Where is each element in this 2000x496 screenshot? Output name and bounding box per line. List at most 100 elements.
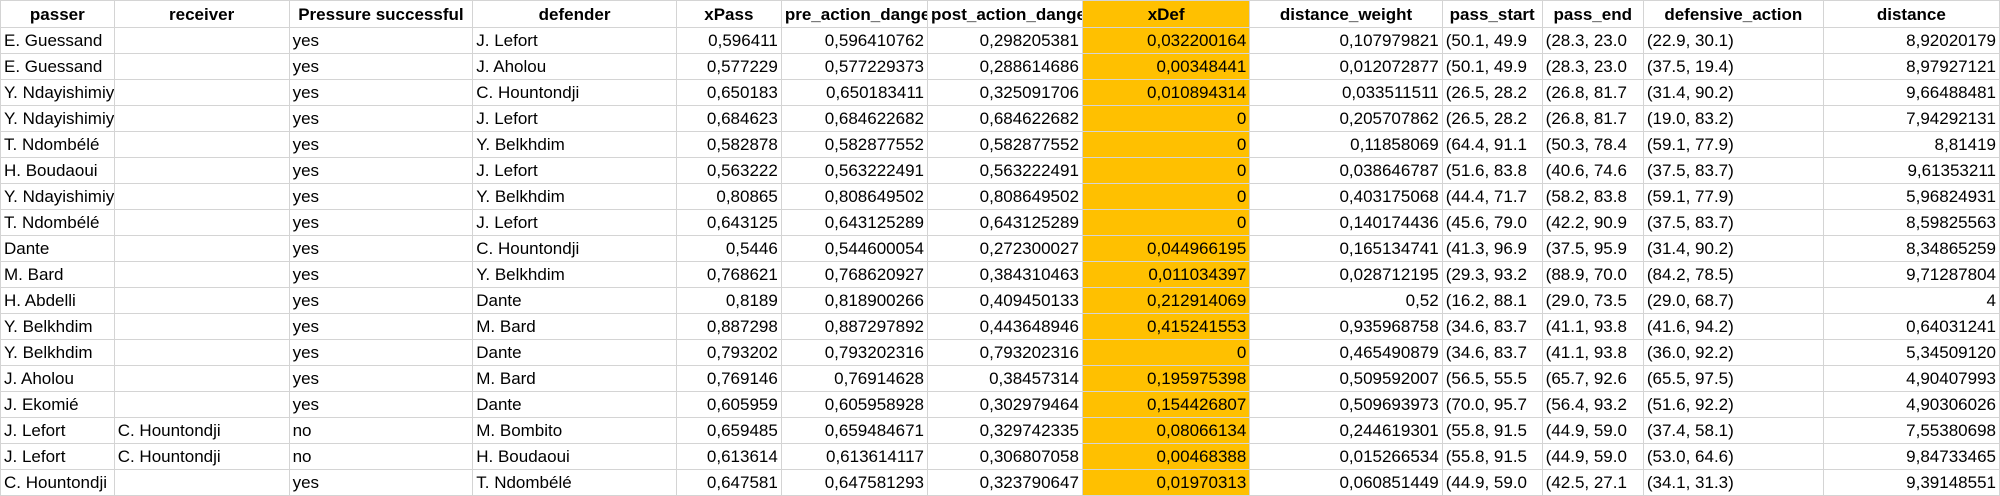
cell-distance-weight[interactable]: 0,140174436 xyxy=(1249,209,1443,236)
cell-pressure-successful[interactable]: yes xyxy=(288,287,474,314)
cell-receiver[interactable]: C. Hountondji xyxy=(113,443,290,470)
cell-receiver[interactable] xyxy=(113,79,290,106)
cell-xpass[interactable]: 0,650183 xyxy=(675,79,782,106)
cell-distance-weight[interactable]: 0,52 xyxy=(1249,287,1443,314)
cell-distance[interactable]: 8,92020179 xyxy=(1822,27,2000,54)
cell-distance[interactable]: 4,90407993 xyxy=(1822,365,2000,392)
cell-pass-start[interactable]: (44.4, 71.7 xyxy=(1441,183,1543,210)
cell-defender[interactable]: H. Boudaoui xyxy=(472,443,677,470)
cell-xdef[interactable]: 0,154426807 xyxy=(1081,391,1251,418)
cell-pass-end[interactable]: (26.8, 81.7 xyxy=(1541,105,1644,132)
cell-xdef[interactable]: 0 xyxy=(1081,105,1251,132)
cell-post-action-danger[interactable]: 0,409450133 xyxy=(927,287,1083,314)
cell-distance-weight[interactable]: 0,509592007 xyxy=(1249,365,1443,392)
cell-defensive-action[interactable]: (22.9, 30.1) xyxy=(1642,27,1824,54)
cell-distance[interactable]: 9,71287804 xyxy=(1822,261,2000,288)
cell-pass-start[interactable]: (55.8, 91.5 xyxy=(1441,417,1543,444)
cell-post-action-danger[interactable]: 0,808649502 xyxy=(927,183,1083,210)
header-cell-passer[interactable]: passer xyxy=(0,0,115,28)
cell-distance[interactable]: 4,90306026 xyxy=(1822,391,2000,418)
cell-post-action-danger[interactable]: 0,582877552 xyxy=(927,131,1083,158)
cell-defender[interactable]: J. Lefort xyxy=(472,27,677,54)
cell-defender[interactable]: Y. Belkhdim xyxy=(472,183,677,210)
cell-pass-start[interactable]: (16.2, 88.1 xyxy=(1441,287,1543,314)
cell-pass-end[interactable]: (44.9, 59.0 xyxy=(1541,417,1644,444)
cell-receiver[interactable] xyxy=(113,183,290,210)
cell-defender[interactable]: M. Bombito xyxy=(472,417,677,444)
cell-pass-end[interactable]: (58.2, 83.8 xyxy=(1541,183,1644,210)
cell-defensive-action[interactable]: (31.4, 90.2) xyxy=(1642,235,1824,262)
header-cell-pre-action-danger[interactable]: pre_action_danger xyxy=(780,0,929,28)
cell-defensive-action[interactable]: (65.5, 97.5) xyxy=(1642,365,1824,392)
cell-distance[interactable]: 5,96824931 xyxy=(1822,183,2000,210)
cell-post-action-danger[interactable]: 0,793202316 xyxy=(927,339,1083,366)
cell-xdef[interactable]: 0 xyxy=(1081,131,1251,158)
cell-defensive-action[interactable]: (36.0, 92.2) xyxy=(1642,339,1824,366)
cell-defender[interactable]: J. Lefort xyxy=(472,157,677,184)
cell-xdef[interactable]: 0,00348441 xyxy=(1081,53,1251,80)
cell-post-action-danger[interactable]: 0,272300027 xyxy=(927,235,1083,262)
header-cell-defender[interactable]: defender xyxy=(472,0,677,28)
header-cell-xpass[interactable]: xPass xyxy=(675,0,782,28)
cell-defensive-action[interactable]: (53.0, 64.6) xyxy=(1642,443,1824,470)
cell-pre-action-danger[interactable]: 0,650183411 xyxy=(780,79,929,106)
cell-pressure-successful[interactable]: yes xyxy=(288,27,474,54)
cell-receiver[interactable] xyxy=(113,105,290,132)
cell-xpass[interactable]: 0,577229 xyxy=(675,53,782,80)
cell-pre-action-danger[interactable]: 0,613614117 xyxy=(780,443,929,470)
cell-xpass[interactable]: 0,768621 xyxy=(675,261,782,288)
cell-distance[interactable]: 9,84733465 xyxy=(1822,443,2000,470)
cell-pass-start[interactable]: (26.5, 28.2 xyxy=(1441,79,1543,106)
cell-passer[interactable]: J. Lefort xyxy=(0,417,115,444)
cell-defender[interactable]: Dante xyxy=(472,391,677,418)
cell-xpass[interactable]: 0,582878 xyxy=(675,131,782,158)
cell-defensive-action[interactable]: (37.5, 83.7) xyxy=(1642,157,1824,184)
cell-pass-start[interactable]: (70.0, 95.7 xyxy=(1441,391,1543,418)
cell-xdef[interactable]: 0 xyxy=(1081,209,1251,236)
cell-distance[interactable]: 7,55380698 xyxy=(1822,417,2000,444)
cell-distance-weight[interactable]: 0,165134741 xyxy=(1249,235,1443,262)
cell-pressure-successful[interactable]: yes xyxy=(288,391,474,418)
cell-post-action-danger[interactable]: 0,38457314 xyxy=(927,365,1083,392)
cell-pass-start[interactable]: (34.6, 83.7 xyxy=(1441,313,1543,340)
cell-distance-weight[interactable]: 0,038646787 xyxy=(1249,157,1443,184)
cell-receiver[interactable] xyxy=(113,365,290,392)
cell-receiver[interactable] xyxy=(113,287,290,314)
cell-receiver[interactable] xyxy=(113,261,290,288)
cell-defender[interactable]: M. Bard xyxy=(472,365,677,392)
cell-defensive-action[interactable]: (37.5, 83.7) xyxy=(1642,209,1824,236)
cell-xdef[interactable]: 0,08066134 xyxy=(1081,417,1251,444)
cell-passer[interactable]: T. Ndombélé xyxy=(0,131,115,158)
cell-defensive-action[interactable]: (19.0, 83.2) xyxy=(1642,105,1824,132)
cell-receiver[interactable] xyxy=(113,313,290,340)
cell-xdef[interactable]: 0,010894314 xyxy=(1081,79,1251,106)
cell-distance-weight[interactable]: 0,012072877 xyxy=(1249,53,1443,80)
cell-pressure-successful[interactable]: yes xyxy=(288,105,474,132)
cell-defensive-action[interactable]: (29.0, 68.7) xyxy=(1642,287,1824,314)
cell-defender[interactable]: Dante xyxy=(472,287,677,314)
cell-pressure-successful[interactable]: yes xyxy=(288,313,474,340)
cell-pre-action-danger[interactable]: 0,659484671 xyxy=(780,417,929,444)
cell-pass-end[interactable]: (26.8, 81.7 xyxy=(1541,79,1644,106)
cell-post-action-danger[interactable]: 0,329742335 xyxy=(927,417,1083,444)
cell-pressure-successful[interactable]: yes xyxy=(288,209,474,236)
cell-pressure-successful[interactable]: yes xyxy=(288,235,474,262)
cell-pass-end[interactable]: (41.1, 93.8 xyxy=(1541,313,1644,340)
cell-xpass[interactable]: 0,643125 xyxy=(675,209,782,236)
cell-distance-weight[interactable]: 0,028712195 xyxy=(1249,261,1443,288)
header-cell-post-action-danger[interactable]: post_action_danger xyxy=(927,0,1083,28)
cell-xpass[interactable]: 0,887298 xyxy=(675,313,782,340)
cell-pass-start[interactable]: (29.3, 93.2 xyxy=(1441,261,1543,288)
cell-receiver[interactable] xyxy=(113,391,290,418)
cell-pre-action-danger[interactable]: 0,563222491 xyxy=(780,157,929,184)
cell-receiver[interactable] xyxy=(113,157,290,184)
cell-pre-action-danger[interactable]: 0,818900266 xyxy=(780,287,929,314)
cell-pass-start[interactable]: (64.4, 91.1 xyxy=(1441,131,1543,158)
header-cell-receiver[interactable]: receiver xyxy=(113,0,290,28)
cell-receiver[interactable] xyxy=(113,27,290,54)
cell-distance[interactable]: 5,34509120 xyxy=(1822,339,2000,366)
cell-pass-end[interactable]: (40.6, 74.6 xyxy=(1541,157,1644,184)
cell-distance-weight[interactable]: 0,107979821 xyxy=(1249,27,1443,54)
cell-receiver[interactable] xyxy=(113,209,290,236)
cell-pre-action-danger[interactable]: 0,887297892 xyxy=(780,313,929,340)
